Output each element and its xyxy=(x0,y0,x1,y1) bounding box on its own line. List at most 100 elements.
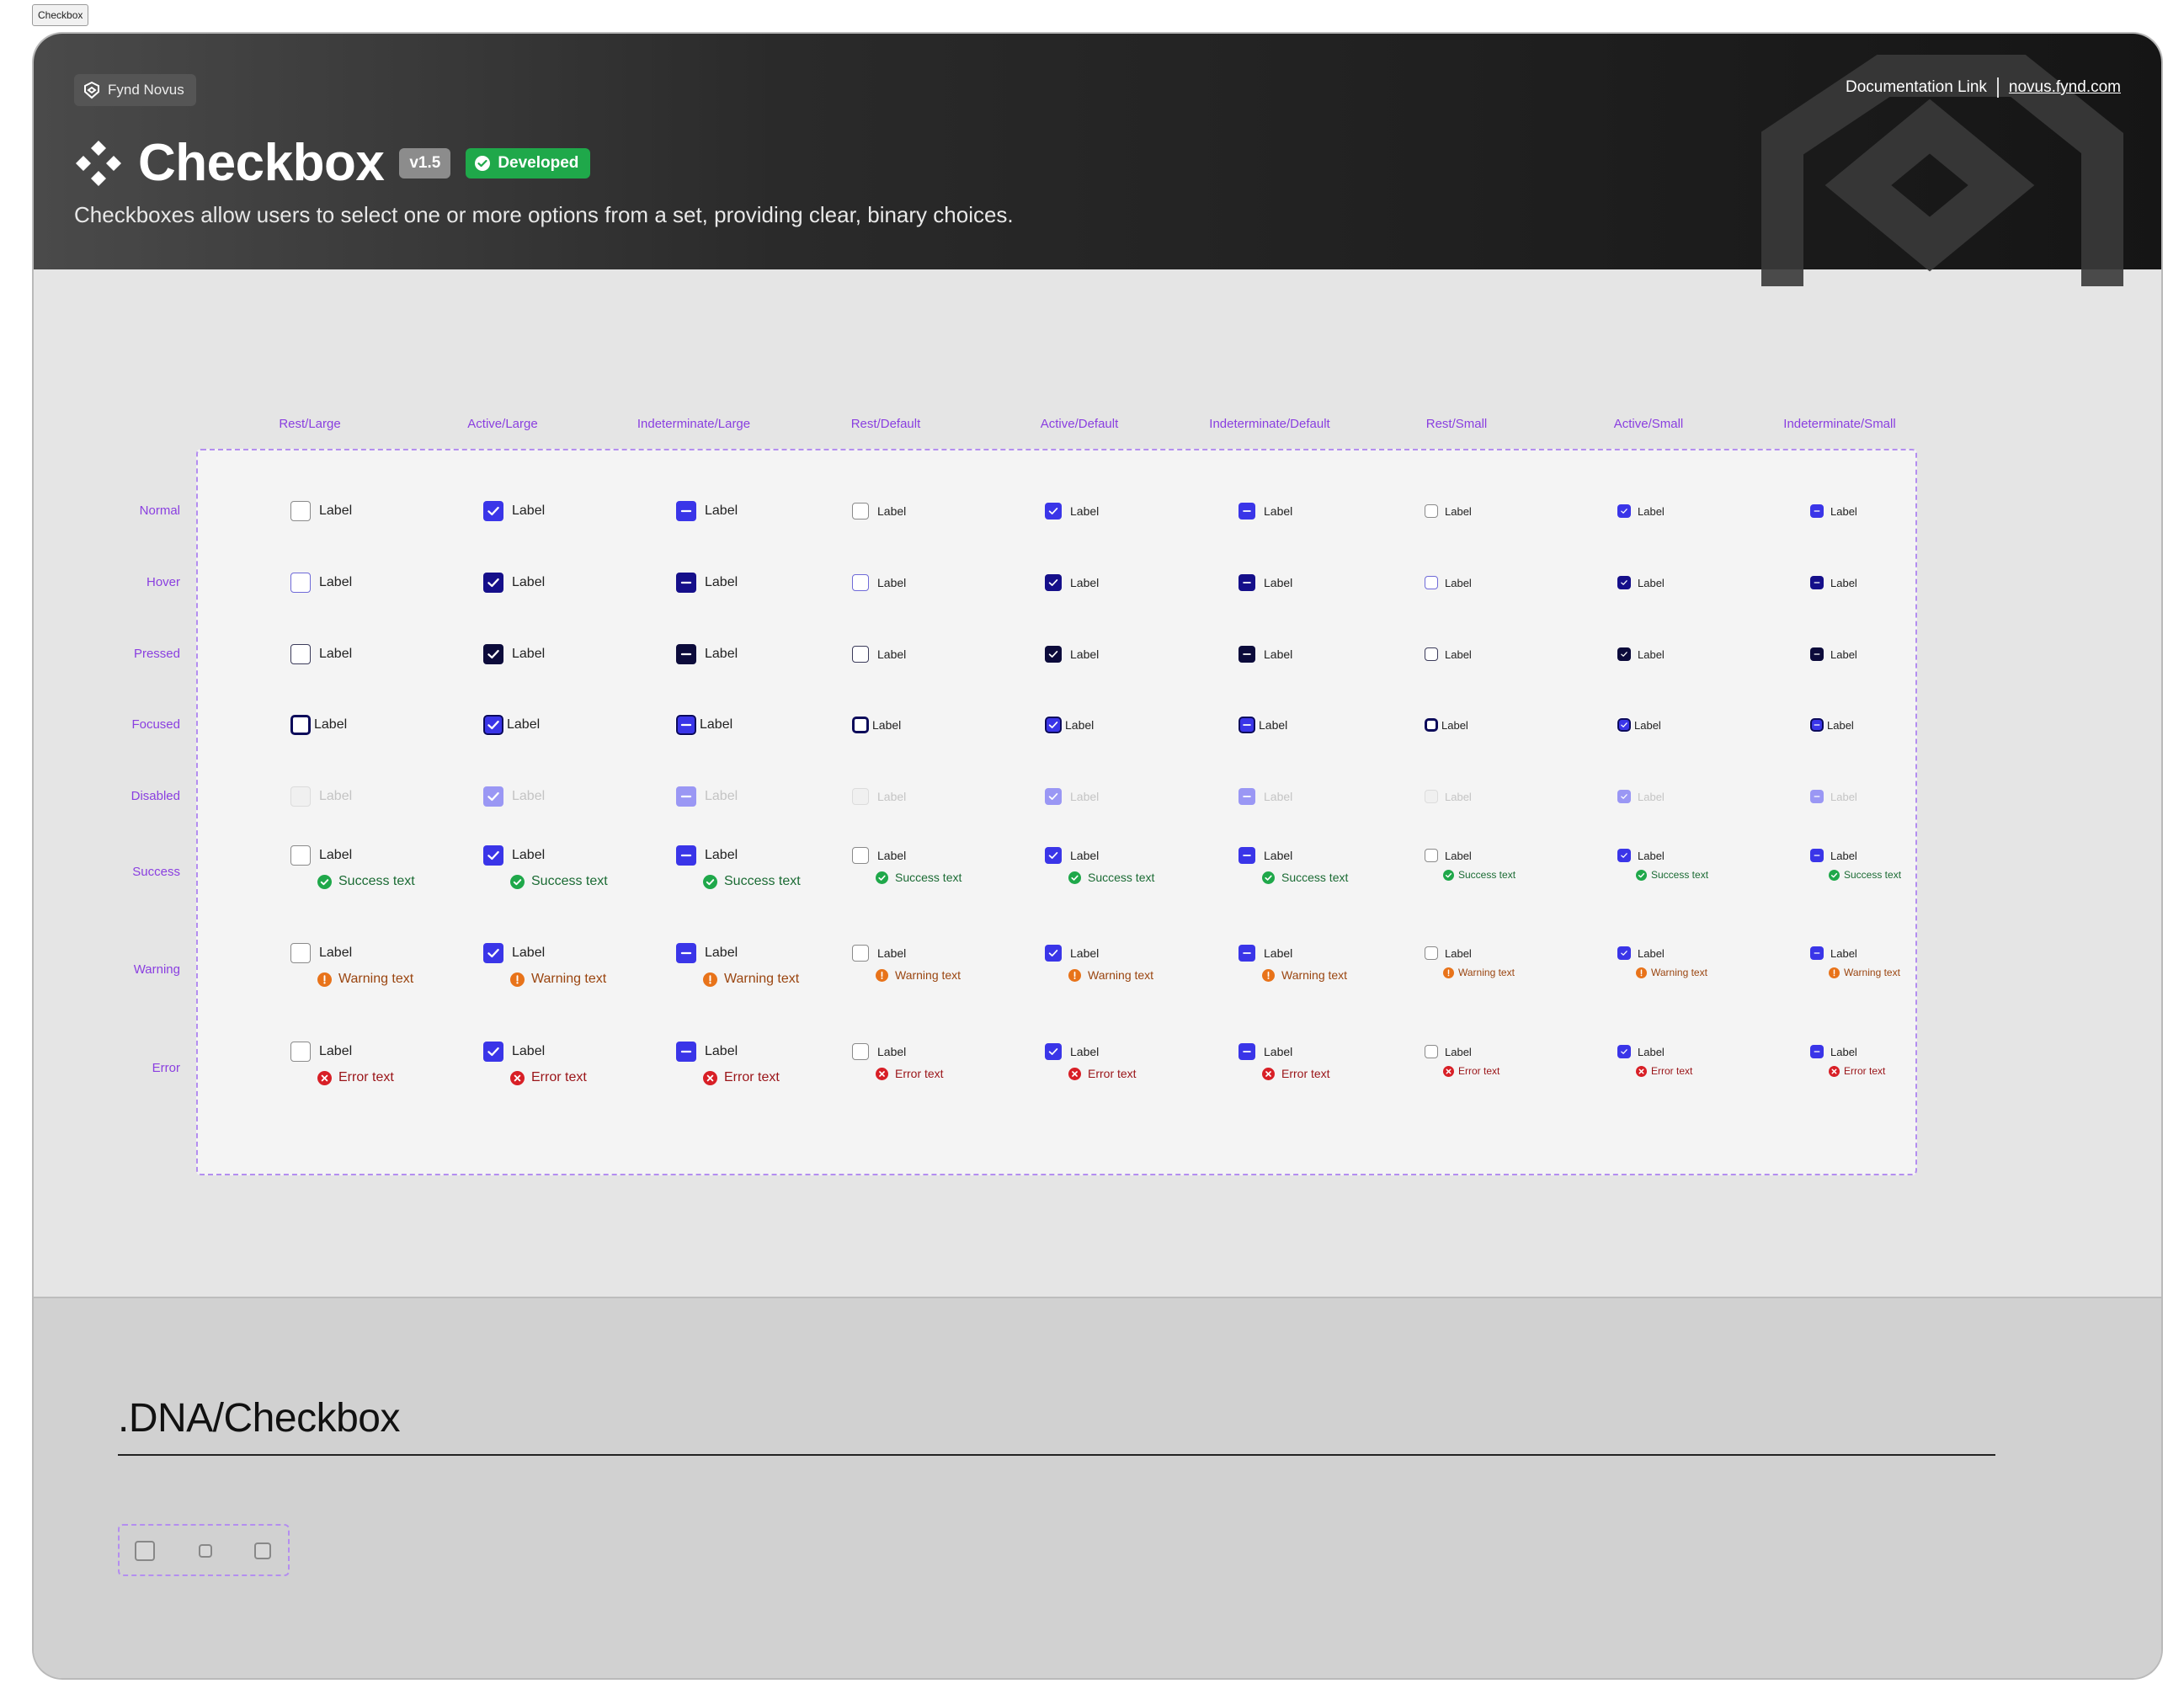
checkbox-success-indeterminate-large[interactable]: Label xyxy=(676,845,738,866)
checkbox-control[interactable] xyxy=(483,715,503,735)
checkbox-control[interactable] xyxy=(676,644,696,664)
checkbox-warning-indeterminate-large[interactable]: Label xyxy=(676,943,738,963)
checkbox-warning-active-large[interactable]: Label xyxy=(483,943,545,963)
checkbox-focused-indeterminate-default[interactable]: Label xyxy=(1238,717,1287,733)
checkbox-error-indeterminate-large[interactable]: Label xyxy=(676,1042,738,1062)
checkbox-control[interactable] xyxy=(290,1042,311,1062)
dna-checkbox-default[interactable] xyxy=(254,1542,271,1559)
checkbox-control[interactable] xyxy=(290,715,311,735)
checkbox-control[interactable] xyxy=(483,573,503,593)
checkbox-focused-rest-large[interactable]: Label xyxy=(290,715,347,735)
checkbox-control[interactable] xyxy=(1045,788,1062,805)
checkbox-disabled-active-large[interactable]: Label xyxy=(483,786,545,807)
checkbox-control[interactable] xyxy=(290,943,311,963)
checkbox-normal-indeterminate-default[interactable]: Label xyxy=(1238,503,1292,519)
checkbox-control[interactable] xyxy=(1045,717,1062,733)
checkbox-control[interactable] xyxy=(483,786,503,807)
checkbox-control[interactable] xyxy=(1425,576,1438,589)
checkbox-error-rest-large[interactable]: Label xyxy=(290,1042,352,1062)
checkbox-control[interactable] xyxy=(483,1042,503,1062)
checkbox-pressed-rest-default[interactable]: Label xyxy=(852,646,906,663)
checkbox-control[interactable] xyxy=(1238,945,1255,962)
checkbox-pressed-rest-large[interactable]: Label xyxy=(290,644,352,664)
checkbox-control[interactable] xyxy=(1810,718,1824,732)
checkbox-error-rest-default[interactable]: Label xyxy=(852,1043,906,1060)
checkbox-hover-indeterminate-large[interactable]: Label xyxy=(676,573,738,593)
checkbox-normal-active-default[interactable]: Label xyxy=(1045,503,1099,519)
checkbox-control[interactable] xyxy=(852,503,869,519)
checkbox-success-rest-large[interactable]: Label xyxy=(290,845,352,866)
checkbox-hover-indeterminate-default[interactable]: Label xyxy=(1238,574,1292,591)
checkbox-disabled-indeterminate-large[interactable]: Label xyxy=(676,786,738,807)
checkbox-control[interactable] xyxy=(1810,1045,1824,1058)
checkbox-disabled-indeterminate-default[interactable]: Label xyxy=(1238,788,1292,805)
checkbox-control[interactable] xyxy=(1045,646,1062,663)
checkbox-control[interactable] xyxy=(290,644,311,664)
checkbox-pressed-indeterminate-default[interactable]: Label xyxy=(1238,646,1292,663)
checkbox-disabled-active-default[interactable]: Label xyxy=(1045,788,1099,805)
checkbox-hover-rest-default[interactable]: Label xyxy=(852,574,906,591)
checkbox-control[interactable] xyxy=(483,845,503,866)
checkbox-control[interactable] xyxy=(1425,1045,1438,1058)
checkbox-control[interactable] xyxy=(1425,790,1438,803)
checkbox-control[interactable] xyxy=(1617,504,1631,518)
checkbox-hover-active-default[interactable]: Label xyxy=(1045,574,1099,591)
checkbox-success-active-small[interactable]: Label xyxy=(1617,849,1665,862)
checkbox-control[interactable] xyxy=(1238,717,1255,733)
checkbox-pressed-indeterminate-large[interactable]: Label xyxy=(676,644,738,664)
checkbox-control[interactable] xyxy=(1617,946,1631,960)
checkbox-control[interactable] xyxy=(290,573,311,593)
checkbox-control[interactable] xyxy=(1045,847,1062,864)
checkbox-pressed-rest-small[interactable]: Label xyxy=(1425,647,1472,661)
checkbox-warning-active-small[interactable]: Label xyxy=(1617,946,1665,960)
checkbox-control[interactable] xyxy=(1425,946,1438,960)
checkbox-disabled-rest-default[interactable]: Label xyxy=(852,788,906,805)
checkbox-pressed-indeterminate-small[interactable]: Label xyxy=(1810,647,1857,661)
checkbox-pressed-active-default[interactable]: Label xyxy=(1045,646,1099,663)
checkbox-control[interactable] xyxy=(1617,647,1631,661)
checkbox-warning-rest-default[interactable]: Label xyxy=(852,945,906,962)
checkbox-control[interactable] xyxy=(676,845,696,866)
checkbox-control[interactable] xyxy=(483,644,503,664)
checkbox-control[interactable] xyxy=(852,1043,869,1060)
checkbox-control[interactable] xyxy=(1425,718,1438,732)
checkbox-control[interactable] xyxy=(1617,849,1631,862)
checkbox-control[interactable] xyxy=(676,1042,696,1062)
checkbox-control[interactable] xyxy=(676,786,696,807)
checkbox-hover-indeterminate-small[interactable]: Label xyxy=(1810,576,1857,589)
checkbox-error-rest-small[interactable]: Label xyxy=(1425,1045,1472,1058)
checkbox-disabled-active-small[interactable]: Label xyxy=(1617,790,1665,803)
checkbox-focused-indeterminate-large[interactable]: Label xyxy=(676,715,732,735)
checkbox-normal-active-small[interactable]: Label xyxy=(1617,504,1665,518)
checkbox-control[interactable] xyxy=(290,845,311,866)
checkbox-error-active-default[interactable]: Label xyxy=(1045,1043,1099,1060)
checkbox-normal-rest-large[interactable]: Label xyxy=(290,501,352,521)
checkbox-control[interactable] xyxy=(852,847,869,864)
checkbox-control[interactable] xyxy=(1238,1043,1255,1060)
checkbox-control[interactable] xyxy=(1810,849,1824,862)
checkbox-control[interactable] xyxy=(1810,647,1824,661)
checkbox-pressed-active-large[interactable]: Label xyxy=(483,644,545,664)
checkbox-normal-active-large[interactable]: Label xyxy=(483,501,545,521)
checkbox-focused-active-small[interactable]: Label xyxy=(1617,718,1661,732)
checkbox-control[interactable] xyxy=(1810,576,1824,589)
checkbox-disabled-rest-large[interactable]: Label xyxy=(290,786,352,807)
checkbox-control[interactable] xyxy=(1045,503,1062,519)
checkbox-warning-active-default[interactable]: Label xyxy=(1045,945,1099,962)
checkbox-control[interactable] xyxy=(676,573,696,593)
checkbox-control[interactable] xyxy=(1238,646,1255,663)
checkbox-control[interactable] xyxy=(1238,503,1255,519)
checkbox-focused-indeterminate-small[interactable]: Label xyxy=(1810,718,1854,732)
checkbox-error-active-large[interactable]: Label xyxy=(483,1042,545,1062)
checkbox-control[interactable] xyxy=(1617,1045,1631,1058)
checkbox-success-active-default[interactable]: Label xyxy=(1045,847,1099,864)
dna-checkbox-small[interactable] xyxy=(199,1544,212,1558)
checkbox-control[interactable] xyxy=(1238,788,1255,805)
checkbox-control[interactable] xyxy=(1425,504,1438,518)
checkbox-control[interactable] xyxy=(852,646,869,663)
checkbox-control[interactable] xyxy=(1810,504,1824,518)
checkbox-control[interactable] xyxy=(676,501,696,521)
checkbox-normal-rest-default[interactable]: Label xyxy=(852,503,906,519)
checkbox-normal-indeterminate-large[interactable]: Label xyxy=(676,501,738,521)
checkbox-success-rest-small[interactable]: Label xyxy=(1425,849,1472,862)
